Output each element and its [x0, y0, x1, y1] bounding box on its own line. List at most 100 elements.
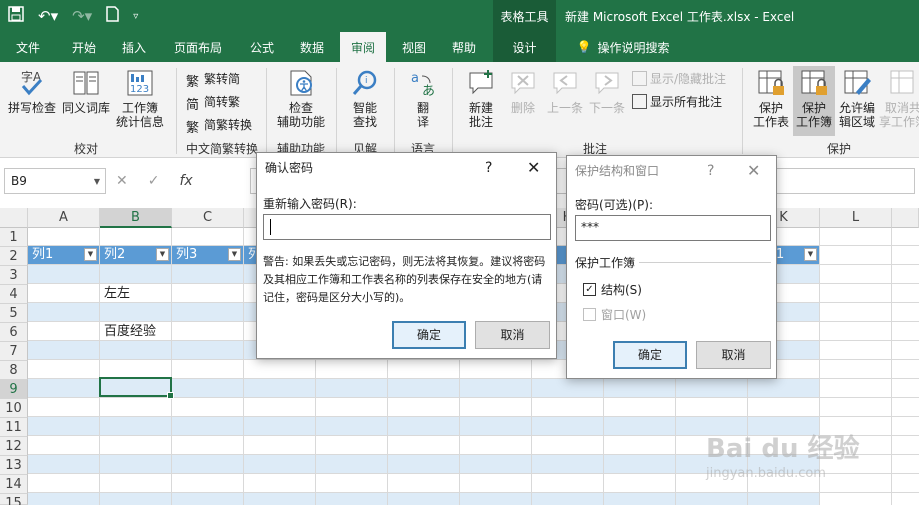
table-header-cell[interactable]: 1 ▼ [772, 245, 820, 264]
check-accessibility-button[interactable]: 检查 辅助功能 [272, 68, 330, 129]
close-icon[interactable]: ✕ [527, 153, 540, 183]
customize-qat-icon[interactable]: ▿ [133, 11, 138, 22]
allow-edit-ranges-button[interactable]: 允许编 辑区域 [836, 68, 878, 129]
protect-sheet-button[interactable]: 保护 工作表 [750, 68, 792, 129]
cancel-button[interactable]: 取消 [475, 321, 550, 349]
row-header[interactable]: 13 [0, 456, 28, 475]
delete-comment-icon [511, 72, 535, 95]
cell-b6[interactable]: 百度经验 [100, 322, 190, 341]
windows-checkbox[interactable]: 窗口(W) [583, 306, 646, 323]
redo-icon[interactable]: ↷▾ [72, 7, 92, 25]
tab-design[interactable]: 设计 [493, 32, 556, 62]
insert-function-icon[interactable]: fx [179, 173, 192, 189]
close-icon[interactable]: ✕ [747, 156, 760, 186]
simp-trad-icon: 简 [186, 98, 200, 113]
row-header[interactable]: 3 [0, 266, 28, 285]
next-comment-icon [595, 72, 619, 95]
column-header[interactable]: L [820, 208, 892, 228]
tab-data[interactable]: 数据 [290, 32, 334, 62]
table-header-cell[interactable]: 列2 ▼ [100, 245, 172, 264]
filter-dropdown-icon[interactable]: ▼ [84, 248, 97, 261]
save-icon[interactable] [8, 6, 24, 26]
row-header[interactable]: 8 [0, 361, 28, 380]
next-comment-button[interactable]: 下一条 [586, 68, 628, 115]
window-title: 新建 Microsoft Excel 工作表.xlsx - Excel [565, 9, 795, 24]
ribbon-tabs: 文件 开始 插入 页面布局 公式 数据 审阅 视图 帮助 设计 💡 操作说明搜索 [0, 32, 919, 62]
ribbon-review: 字A 拼写检查 同义词库 123 工作簿 统计信息 校对 繁繁转简 简简转繁 繁简… [0, 62, 919, 158]
tab-file[interactable]: 文件 [6, 32, 50, 62]
row-header[interactable]: 10 [0, 399, 28, 418]
protect-workbook-button[interactable]: 保护 工作簿 [793, 66, 835, 136]
table-band [28, 492, 820, 505]
row-header[interactable]: 7 [0, 342, 28, 361]
translate-button[interactable]: aあ 翻译 [400, 68, 446, 129]
column-header[interactable]: B [100, 208, 172, 228]
help-icon[interactable]: ? [485, 153, 492, 183]
reenter-password-input[interactable] [263, 214, 551, 240]
row-header[interactable]: 1 [0, 228, 28, 247]
new-file-icon[interactable] [106, 6, 119, 26]
previous-comment-button[interactable]: 上一条 [544, 68, 586, 115]
tab-formulas[interactable]: 公式 [240, 32, 284, 62]
help-icon[interactable]: ? [707, 156, 714, 186]
cancel-button[interactable]: 取消 [696, 341, 771, 369]
row-header[interactable]: 6 [0, 323, 28, 342]
spelling-button[interactable]: 字A 拼写检查 [6, 68, 58, 115]
tab-view[interactable]: 视图 [392, 32, 436, 62]
workbook-statistics-button[interactable]: 123 工作簿 统计信息 [114, 68, 166, 129]
ok-button[interactable]: 确定 [613, 341, 687, 369]
table-header-cell[interactable]: 列3 ▼ [172, 245, 244, 264]
baidu-watermark: Bai du 经验 [706, 434, 860, 464]
show-all-comments-button[interactable]: 显示所有批注 [632, 93, 722, 110]
row-header[interactable]: 12 [0, 437, 28, 456]
row-header[interactable]: 9 [0, 380, 28, 399]
grid-line [28, 397, 919, 398]
group-separator [176, 68, 177, 154]
section-divider [639, 262, 771, 263]
trad-to-simp-button[interactable]: 繁繁转简 [186, 70, 240, 90]
enter-icon[interactable]: ✓ [148, 173, 160, 189]
filter-dropdown-icon[interactable]: ▼ [228, 248, 241, 261]
conversion-icon: 繁 [186, 121, 200, 136]
row-header[interactable]: 4 [0, 285, 28, 304]
cancel-icon[interactable]: ✕ [116, 173, 128, 189]
tab-home[interactable]: 开始 [62, 32, 106, 62]
dialog-title: 确认密码 [265, 161, 314, 175]
simp-to-trad-button[interactable]: 简简转繁 [186, 93, 240, 113]
thesaurus-button[interactable]: 同义词库 [60, 68, 112, 115]
row-header[interactable]: 11 [0, 418, 28, 437]
chinese-conversion-button[interactable]: 繁简繁转换 [186, 116, 252, 136]
column-header[interactable]: A [28, 208, 100, 228]
unshare-workbook-icon [890, 70, 914, 94]
tab-page-layout[interactable]: 页面布局 [168, 32, 228, 62]
structure-checkbox[interactable]: ✓ 结构(S) [583, 281, 642, 298]
row-header[interactable]: 5 [0, 304, 28, 323]
select-all-corner[interactable] [0, 208, 28, 228]
tell-me-search[interactable]: 💡 操作说明搜索 [568, 32, 678, 62]
unshare-workbook-button[interactable]: 取消共享工作簿 [878, 68, 919, 129]
row-header[interactable]: 14 [0, 475, 28, 494]
table-header-cell[interactable]: 列1 ▼ [28, 245, 100, 264]
filter-dropdown-icon[interactable]: ▼ [804, 248, 817, 261]
new-comment-button[interactable]: 新建 批注 [458, 68, 504, 129]
tab-review[interactable]: 审阅 [340, 32, 386, 62]
group-separator [266, 68, 267, 154]
grid-line [891, 228, 892, 505]
group-separator [336, 68, 337, 154]
undo-icon[interactable]: ↶▾ [38, 7, 58, 25]
password-input[interactable]: *** [575, 215, 771, 241]
filter-dropdown-icon[interactable]: ▼ [156, 248, 169, 261]
row-header[interactable]: 2 [0, 247, 28, 266]
show-hide-comment-button[interactable]: 显示/隐藏批注 [632, 70, 726, 87]
column-header-empty[interactable] [892, 208, 919, 228]
name-box[interactable]: B9 ▼ [4, 168, 106, 194]
row-header[interactable]: 15 [0, 494, 28, 505]
ok-button[interactable]: 确定 [392, 321, 466, 349]
tab-insert[interactable]: 插入 [112, 32, 156, 62]
column-header[interactable]: C [172, 208, 244, 228]
delete-comment-button[interactable]: 删除 [504, 68, 542, 115]
cell-b4[interactable]: 左左 [100, 284, 172, 303]
selected-cell-b9[interactable] [99, 377, 174, 399]
smart-lookup-button[interactable]: i 智能 查找 [342, 68, 388, 129]
tab-help[interactable]: 帮助 [442, 32, 486, 62]
